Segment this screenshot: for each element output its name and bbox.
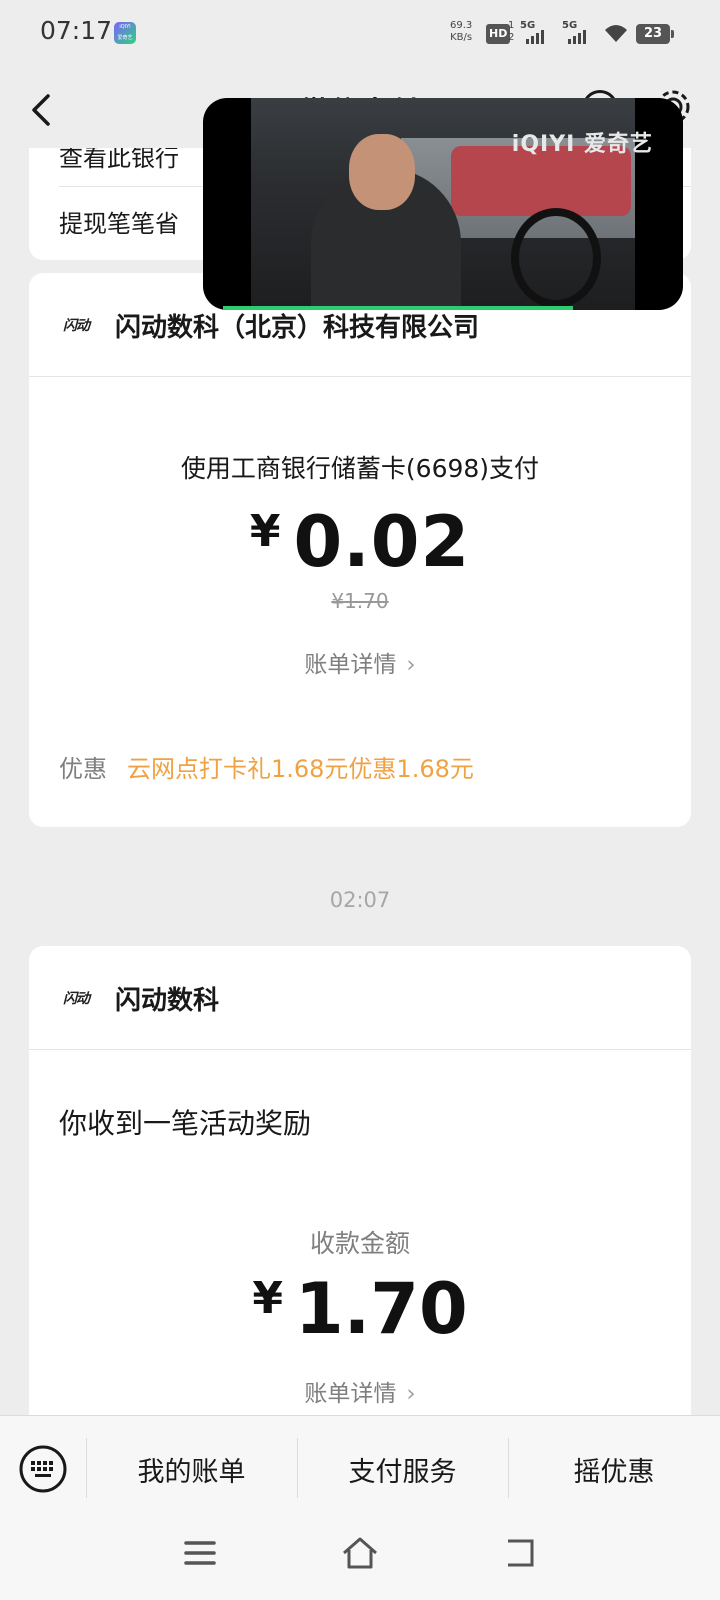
bill-details-link[interactable]: 账单详情 › [29,1374,691,1408]
bank-row-view[interactable]: 查看此银行 [59,148,179,173]
bill-details-link[interactable]: 账单详情 › [29,645,691,679]
received-label: 收款金额 [309,1229,410,1258]
iqiyi-app-icon: iQIYI 爱奇艺 [114,22,136,44]
menu-shake-discount[interactable]: 摇优惠 [508,1416,720,1522]
merchant-logo: 闪动 [63,991,90,1007]
back-nav-icon[interactable] [500,1533,540,1573]
received-amount: ¥1.70 [29,1268,691,1350]
signal-5g-icon: 5G [562,20,594,44]
video-progress-bar[interactable] [223,306,574,310]
hd-sub-label: 12 [508,20,515,43]
discount-text: 云网点打卡礼1.68元优惠1.68元 [127,755,474,783]
discount-label: 优惠 [59,755,107,783]
wifi-icon [605,25,627,42]
keyboard-icon[interactable] [18,1444,68,1494]
bottom-menu: 我的账单 支付服务 摇优惠 [0,1415,720,1521]
amount-value: 0.02 [293,501,471,583]
iqiyi-watermark: iQIYI 爱奇艺 [511,132,653,157]
system-nav-bar [0,1521,720,1600]
currency-symbol: ¥ [252,1273,283,1324]
hd-voice-icon: HD [486,24,511,44]
merchant-name[interactable]: 闪动数科（北京）科技有限公司 [115,307,479,344]
payment-amount: ¥0.02 [29,501,691,583]
menu-icon[interactable] [180,1533,220,1573]
reward-card: 闪动 闪动数科 你收到一笔活动奖励 收款金额 ¥1.70 账单详情 › [29,946,691,1426]
status-bar: 07:17 iQIYI 爱奇艺 69.3 KB/s HD 12 5G 5G 23 [0,0,720,68]
battery-icon: 23 [636,24,674,44]
currency-symbol: ¥ [249,506,282,557]
amount-value: 1.70 [294,1268,468,1350]
signal-5g-icon: 5G [520,20,552,44]
chevron-right-icon: › [406,652,416,678]
merchant-logo: 闪动 [63,318,90,334]
payment-card: 闪动 闪动数科（北京）科技有限公司 使用工商银行储蓄卡(6698)支付 ¥0.0… [29,273,691,827]
merchant-name[interactable]: 闪动数科 [115,980,219,1017]
menu-my-bills[interactable]: 我的账单 [86,1416,297,1522]
menu-payment-services[interactable]: 支付服务 [297,1416,508,1522]
network-speed: 69.3 KB/s [450,20,473,43]
home-icon[interactable] [340,1533,380,1573]
original-price: ¥1.70 [331,589,389,613]
bank-row-withdraw[interactable]: 提现笔笔省 [59,204,179,239]
pip-video-player[interactable]: iQIYI 爱奇艺 [203,98,683,310]
payment-method: 使用工商银行储蓄卡(6698)支付 [180,454,540,483]
card-header: 闪动 闪动数科 [29,946,691,1050]
status-time: 07:17 [40,16,113,45]
message-timestamp: 02:07 [329,888,391,912]
reward-title: 你收到一笔活动奖励 [59,1107,312,1140]
chevron-right-icon: › [406,1381,416,1407]
